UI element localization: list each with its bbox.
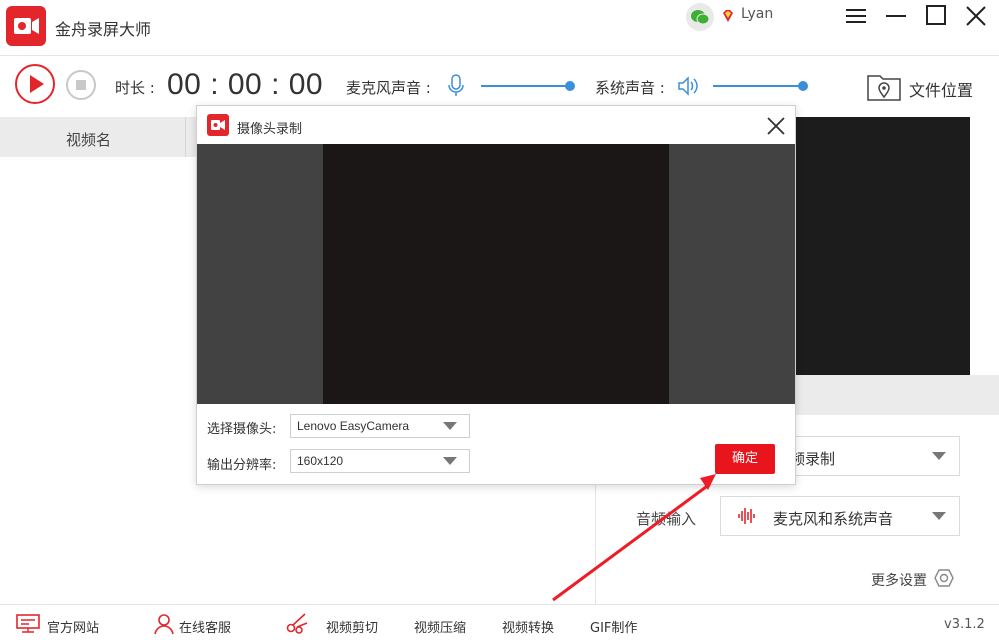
menu-icon[interactable] xyxy=(843,4,869,30)
preview-area xyxy=(796,117,970,375)
resolution-select-value: 160x120 xyxy=(297,454,343,468)
duration-value: 00 : 00 : 00 xyxy=(167,68,323,102)
record-mode-value: 频录制 xyxy=(790,448,835,469)
file-location-button[interactable]: 文件位置 xyxy=(909,77,973,101)
dialog-close-icon[interactable] xyxy=(765,115,787,137)
camera-select-value: Lenovo EasyCamera xyxy=(297,419,409,433)
confirm-button[interactable]: 确定 xyxy=(715,444,775,474)
system-volume-label: 系统声音 : xyxy=(595,77,665,98)
column-divider xyxy=(185,117,186,157)
audio-input-value: 麦克风和系统声音 xyxy=(773,508,893,529)
online-service-link[interactable]: 在线客服 xyxy=(179,617,231,636)
speaker-icon[interactable] xyxy=(676,74,700,98)
chevron-down-icon xyxy=(443,457,457,465)
resolution-select-label: 输出分辨率: xyxy=(207,454,276,473)
maximize-icon[interactable] xyxy=(923,4,949,30)
video-convert-link[interactable]: 视频转换 xyxy=(502,617,554,636)
minimize-icon[interactable] xyxy=(883,4,909,30)
system-volume-handle[interactable] xyxy=(798,81,808,91)
customer-service-icon xyxy=(153,613,175,639)
dialog-title: 摄像头录制 xyxy=(237,118,302,137)
video-cut-link[interactable]: 视频剪切 xyxy=(326,617,378,636)
close-icon[interactable] xyxy=(963,4,989,30)
monitor-icon xyxy=(16,614,40,638)
audio-input-label: 音频输入 xyxy=(636,508,696,529)
official-website-link[interactable]: 官方网站 xyxy=(47,617,99,636)
camera-select-label: 选择摄像头: xyxy=(207,418,276,437)
scissors-icon xyxy=(285,612,309,638)
microphone-icon[interactable] xyxy=(447,74,465,98)
user-name[interactable]: Lyan xyxy=(741,6,773,22)
vip-diamond-icon xyxy=(721,8,735,22)
sound-wave-icon xyxy=(737,506,757,526)
column-video-name[interactable]: 视频名 xyxy=(66,129,111,150)
gear-icon[interactable] xyxy=(934,568,954,588)
bottom-bar xyxy=(0,604,999,644)
wechat-icon[interactable] xyxy=(686,3,714,31)
folder-location-icon[interactable] xyxy=(866,70,902,102)
duration-label: 时长 : xyxy=(115,77,155,98)
system-volume-slider[interactable] xyxy=(713,85,803,87)
version-label: v3.1.2 xyxy=(944,617,985,632)
chevron-down-icon xyxy=(443,422,457,430)
dialog-logo-icon xyxy=(207,114,229,136)
mic-volume-handle[interactable] xyxy=(565,81,575,91)
mic-volume-slider[interactable] xyxy=(481,85,571,87)
camera-preview xyxy=(323,144,669,404)
preview-footer xyxy=(796,375,999,415)
chevron-down-icon xyxy=(932,452,946,460)
stop-button[interactable] xyxy=(66,70,96,100)
gif-maker-link[interactable]: GIF制作 xyxy=(590,617,637,636)
app-logo-icon xyxy=(6,6,46,46)
app-title: 金舟录屏大师 xyxy=(55,16,151,40)
record-button[interactable] xyxy=(15,64,55,104)
more-settings-link[interactable]: 更多设置 xyxy=(871,570,927,590)
mic-volume-label: 麦克风声音 : xyxy=(346,77,431,98)
chevron-down-icon xyxy=(932,512,946,520)
video-compress-link[interactable]: 视频压缩 xyxy=(414,617,466,636)
